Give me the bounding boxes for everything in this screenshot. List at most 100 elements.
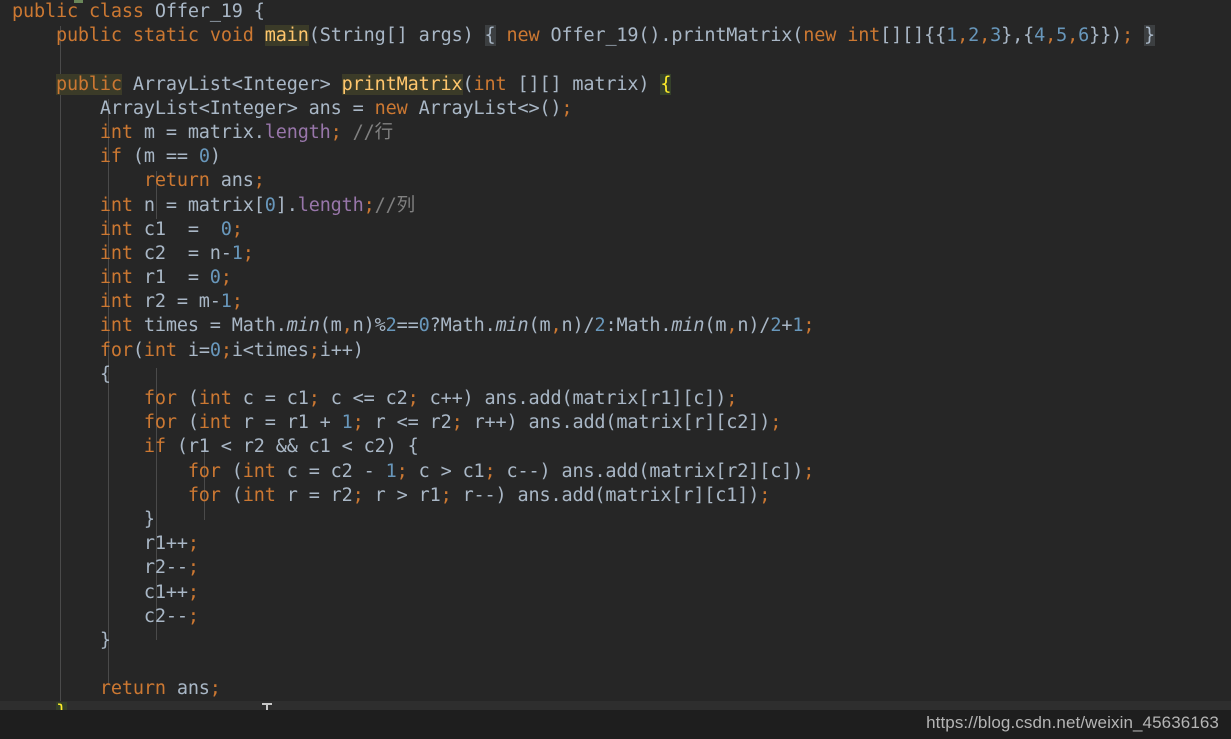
code-token: int	[473, 73, 507, 95]
code-line[interactable]: int r1 = 0;	[0, 266, 1231, 290]
code-line[interactable]: r1++;	[0, 532, 1231, 556]
code-token: 2	[385, 315, 397, 337]
code-line[interactable]: c2--;	[0, 605, 1231, 629]
code-line[interactable]	[0, 653, 1231, 677]
code-token: for	[187, 460, 221, 482]
code-token: }	[1144, 25, 1156, 47]
code-line[interactable]: {	[0, 363, 1231, 387]
code-token: ;	[352, 412, 364, 434]
code-token: r++) ans.add(matrix[r][c2])	[462, 412, 771, 434]
code-line[interactable]: int m = matrix.length; //行	[0, 121, 1231, 145]
code-token: ,	[1045, 25, 1057, 47]
code-token: ArrayList<Integer> ans =	[12, 97, 375, 119]
code-token: {	[12, 363, 111, 385]
code-token: int	[99, 218, 133, 240]
code-token: new	[506, 25, 540, 47]
code-token: int	[198, 388, 232, 409]
code-line[interactable]: int times = Math.min(m,n)%2==0?Math.min(…	[0, 314, 1231, 338]
code-token: (	[132, 339, 144, 361]
code-token: c2 = n-	[132, 242, 232, 264]
code-token: r > r1	[363, 484, 441, 506]
code-token: static	[132, 25, 199, 47]
code-line[interactable]: public class Offer_19 {	[0, 0, 1231, 24]
code-token: (	[176, 388, 199, 409]
code-token: (	[176, 412, 199, 434]
code-token: ;	[308, 388, 320, 409]
code-token: m = matrix.	[132, 121, 265, 143]
code-token: int	[242, 460, 276, 482]
code-line[interactable]: public ArrayList<Integer> printMatrix(in…	[0, 73, 1231, 97]
code-token: int	[143, 339, 177, 361]
code-token: [][]{{	[880, 25, 947, 47]
code-token: 0	[198, 146, 210, 168]
code-token: public	[55, 73, 122, 95]
code-token: int	[99, 315, 133, 337]
code-token: int	[242, 484, 276, 506]
code-line[interactable]: if (r1 < r2 && c1 < c2) {	[0, 435, 1231, 459]
code-line[interactable]: int n = matrix[0].length;//列	[0, 194, 1231, 218]
code-token: (	[220, 460, 243, 482]
code-line[interactable]: r2--;	[0, 556, 1231, 580]
code-token: r <= r2	[363, 412, 452, 434]
code-line[interactable]: int r2 = m-1;	[0, 290, 1231, 314]
code-line[interactable]: if (m == 0)	[0, 145, 1231, 169]
code-token: return	[143, 170, 210, 192]
code-token: ?Math.	[429, 315, 496, 337]
code-token: times = Math.	[132, 315, 287, 337]
code-line[interactable]: }	[0, 508, 1231, 532]
code-token: ;	[440, 484, 452, 506]
code-line[interactable]: }	[0, 629, 1231, 653]
code-token: 5	[1056, 25, 1068, 47]
code-token: ;	[187, 557, 199, 579]
code-token: c = c2 -	[275, 460, 386, 482]
code-token: ;	[187, 533, 199, 555]
code-token: if	[143, 436, 166, 458]
code-line[interactable]: for (int c = c1; c <= c2; c++) ans.add(m…	[0, 387, 1231, 411]
code-line[interactable]: for(int i=0;i<times;i++)	[0, 339, 1231, 363]
code-token: c2--	[12, 605, 188, 627]
code-token: 0	[418, 315, 430, 337]
code-line[interactable]: return ans;	[0, 169, 1231, 193]
code-token: 1	[341, 412, 353, 434]
code-token: ;	[803, 315, 815, 337]
code-token: for	[187, 484, 221, 506]
code-token: ,	[1067, 25, 1079, 47]
code-line[interactable]: int c1 = 0;	[0, 218, 1231, 242]
code-line[interactable]: int c2 = n-1;	[0, 242, 1231, 266]
code-text-area[interactable]: public class Offer_19 { public static vo…	[0, 0, 1231, 726]
code-token: c1++	[12, 581, 188, 603]
code-token: {	[484, 25, 496, 47]
code-token: if	[99, 146, 122, 168]
code-line[interactable]: return ans;	[0, 677, 1231, 701]
code-line[interactable]: for (int r = r2; r > r1; r--) ans.add(ma…	[0, 484, 1231, 508]
code-token: 0	[264, 194, 276, 216]
code-token: int	[198, 412, 232, 434]
code-line[interactable]: ArrayList<Integer> ans = new ArrayList<>…	[0, 97, 1231, 121]
code-token: r2--	[12, 557, 188, 579]
code-line[interactable]	[0, 48, 1231, 72]
code-line[interactable]: for (int r = r1 + 1; r <= r2; r++) ans.a…	[0, 411, 1231, 435]
code-token: ;	[407, 388, 419, 409]
code-line[interactable]: c1++;	[0, 581, 1231, 605]
code-token: ;	[220, 267, 232, 289]
code-token: 2	[594, 315, 606, 337]
code-token: public	[55, 25, 122, 47]
code-token: Offer_19 {	[143, 1, 265, 22]
code-token: 6	[1078, 25, 1090, 47]
code-token: n)/	[561, 315, 595, 337]
code-token: 1	[792, 315, 804, 337]
code-token: i<times	[231, 339, 309, 361]
code-token: Offer_19().printMatrix(	[539, 25, 804, 47]
code-token: c--) ans.add(matrix[r2][c])	[495, 460, 804, 482]
code-token: ,	[341, 315, 353, 337]
code-line[interactable]: for (int c = c2 - 1; c > c1; c--) ans.ad…	[0, 460, 1231, 484]
code-line[interactable]: public static void main(String[] args) {…	[0, 24, 1231, 48]
code-token: r2 = m-	[132, 291, 221, 313]
